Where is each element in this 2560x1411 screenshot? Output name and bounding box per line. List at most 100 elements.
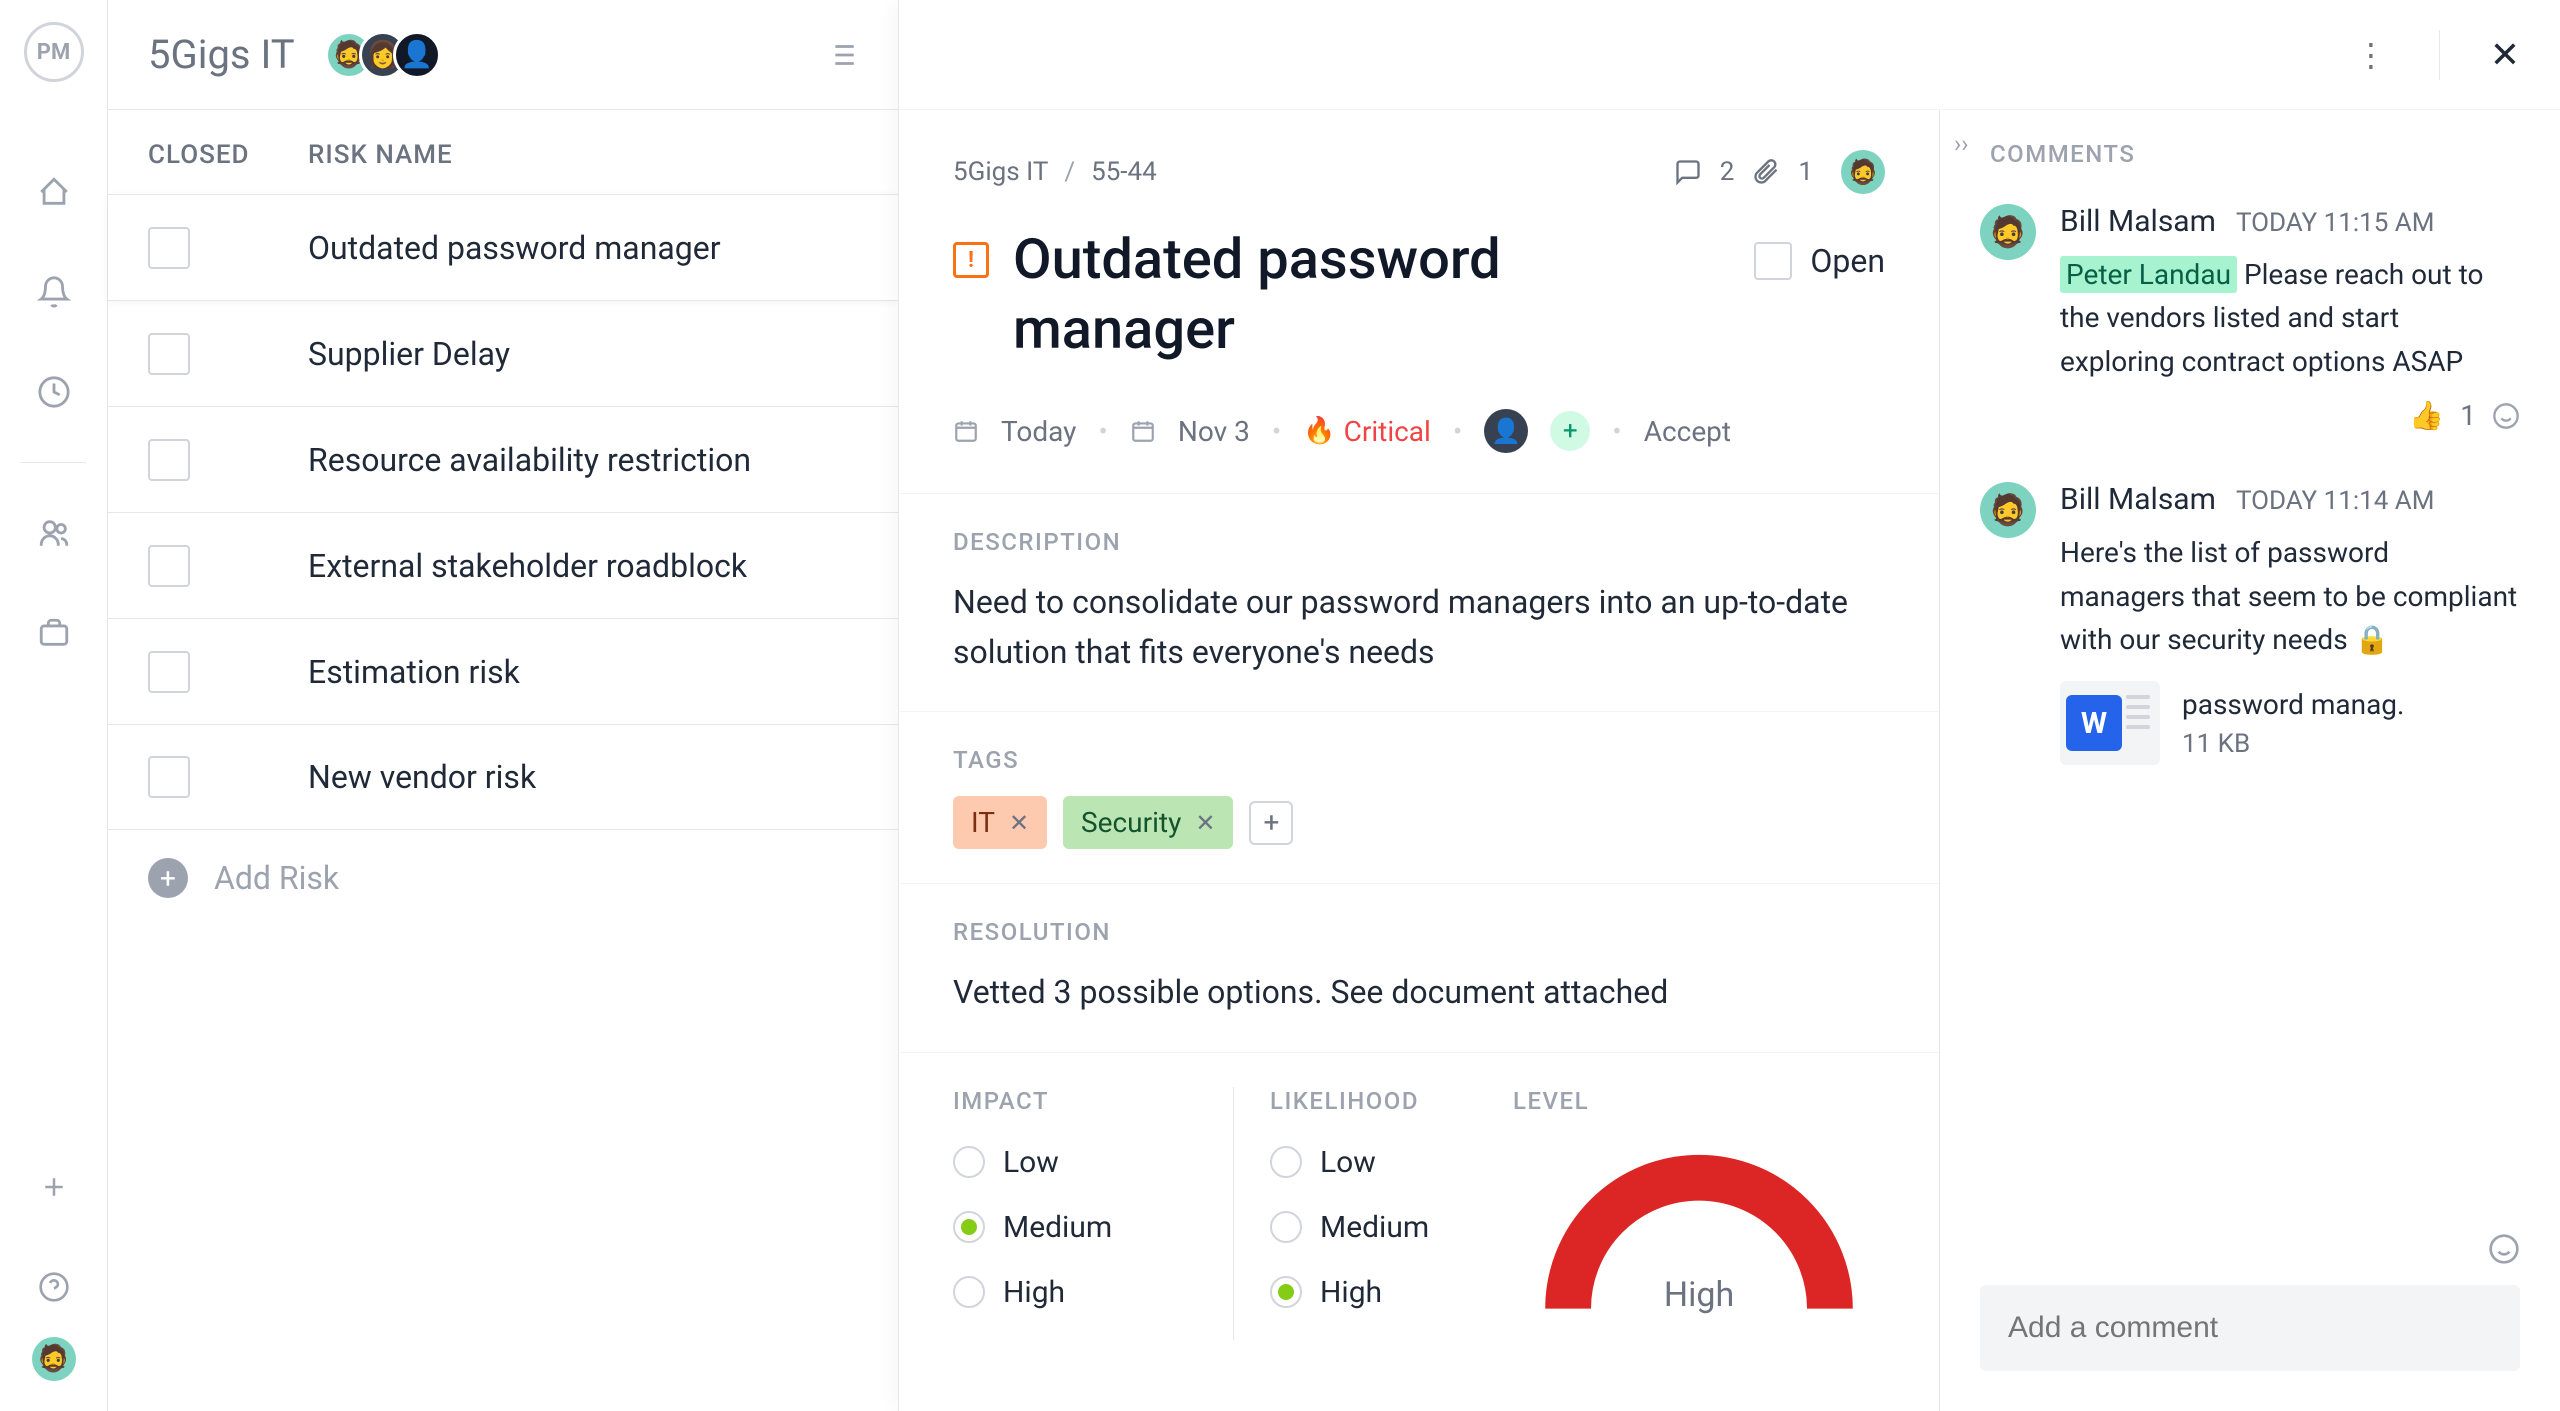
comment-time: TODAY 11:15 AM xyxy=(2236,208,2435,238)
calendar-icon xyxy=(1130,418,1156,444)
priority-badge[interactable]: 🔥Critical xyxy=(1303,415,1431,448)
section-label: LEVEL xyxy=(1513,1087,1589,1115)
risk-closed-checkbox[interactable] xyxy=(148,333,190,375)
section-label: IMPACT xyxy=(953,1087,1233,1115)
response-label[interactable]: Accept xyxy=(1644,415,1731,448)
help-icon[interactable] xyxy=(32,1265,76,1309)
risk-closed-checkbox[interactable] xyxy=(148,756,190,798)
risk-name: External stakeholder roadblock xyxy=(308,547,747,585)
attachment-name: password manag. xyxy=(2182,688,2404,721)
current-user-avatar[interactable]: 🧔 xyxy=(32,1337,76,1381)
status-toggle[interactable]: Open xyxy=(1754,242,1885,280)
breadcrumb: 5Gigs IT / 55-44 2 1 🧔 xyxy=(899,110,1939,204)
notifications-icon[interactable] xyxy=(32,270,76,314)
breadcrumb-id[interactable]: 55-44 xyxy=(1091,157,1157,187)
project-header: 5Gigs IT 🧔 👩 👤 xyxy=(108,0,898,110)
due-date[interactable]: Nov 3 xyxy=(1178,415,1250,448)
radio-option[interactable]: High xyxy=(953,1275,1233,1310)
remove-tag-icon[interactable]: ✕ xyxy=(1009,809,1029,837)
assignee-avatar[interactable]: 👤 xyxy=(1484,409,1528,453)
add-icon[interactable] xyxy=(32,1165,76,1209)
comment-count: 2 xyxy=(1720,157,1735,187)
add-risk-label: Add Risk xyxy=(214,859,339,897)
reaction-emoji[interactable]: 👍 xyxy=(2409,399,2444,432)
close-icon[interactable]: ✕ xyxy=(2490,34,2520,76)
more-options-icon[interactable]: ⋮ xyxy=(2355,36,2389,74)
tags-section: TAGS IT ✕ Security ✕ + xyxy=(899,711,1939,883)
risk-matrix: IMPACT Low Medium High LIKELIHOOD Low Mediu… xyxy=(899,1052,1939,1374)
app-logo[interactable]: PM xyxy=(24,22,84,82)
description-text[interactable]: Need to consolidate our password manager… xyxy=(953,578,1885,677)
plus-icon: + xyxy=(148,858,188,898)
risk-detail-pane: ⋮ ✕ 5Gigs IT / 55-44 2 1 🧔 xyxy=(898,0,2560,1411)
risk-row[interactable]: Estimation risk xyxy=(108,618,898,724)
section-label: LIKELIHOOD xyxy=(1270,1087,1513,1115)
remove-tag-icon[interactable]: ✕ xyxy=(1195,809,1215,837)
detail-toolbar: ⋮ ✕ xyxy=(899,0,2560,110)
risk-row[interactable]: External stakeholder roadblock xyxy=(108,512,898,618)
risk-name: Outdated password manager xyxy=(308,229,721,267)
risk-name: Estimation risk xyxy=(308,653,520,691)
attachment-count-icon[interactable] xyxy=(1752,158,1780,186)
add-risk-button[interactable]: + Add Risk xyxy=(108,830,898,926)
radio-option[interactable]: Medium xyxy=(1270,1210,1513,1245)
risk-list-pane: 5Gigs IT 🧔 👩 👤 CLOSED RISK NAME Outdated… xyxy=(108,0,898,1411)
tag[interactable]: IT ✕ xyxy=(953,796,1047,849)
risk-closed-checkbox[interactable] xyxy=(148,545,190,587)
add-reaction-icon[interactable] xyxy=(2492,402,2520,430)
member-avatar[interactable]: 👤 xyxy=(393,31,441,79)
owner-avatar[interactable]: 🧔 xyxy=(1841,150,1885,194)
briefcase-icon[interactable] xyxy=(32,611,76,655)
risk-closed-checkbox[interactable] xyxy=(148,651,190,693)
attachment[interactable]: Wpassword manag.11 KB xyxy=(2060,681,2520,765)
tag-label: IT xyxy=(971,806,995,839)
add-assignee-button[interactable]: + xyxy=(1550,411,1590,451)
risk-name: Supplier Delay xyxy=(308,335,510,373)
collapse-comments-icon[interactable]: ›› xyxy=(1954,130,1968,158)
comment: 🧔 Bill Malsam TODAY 11:14 AM Here's the lis… xyxy=(1980,482,2520,765)
risk-row[interactable]: Resource availability restriction xyxy=(108,406,898,512)
comment-text: Here's the list of password managers tha… xyxy=(2060,531,2520,661)
list-view-icon[interactable] xyxy=(824,38,858,72)
col-closed[interactable]: CLOSED xyxy=(148,140,308,170)
radio-option[interactable]: Low xyxy=(953,1145,1233,1180)
level-value: High xyxy=(1529,1275,1869,1315)
comment-avatar[interactable]: 🧔 xyxy=(1980,482,2036,538)
risk-closed-checkbox[interactable] xyxy=(148,227,190,269)
comment-author[interactable]: Bill Malsam xyxy=(2060,204,2216,239)
section-label: TAGS xyxy=(953,746,1885,774)
comment-input[interactable] xyxy=(1980,1285,2520,1371)
comment-author[interactable]: Bill Malsam xyxy=(2060,482,2216,517)
risk-row[interactable]: Outdated password manager xyxy=(108,194,898,300)
comments-header: COMMENTS xyxy=(1980,140,2520,168)
radio-option[interactable]: Low xyxy=(1270,1145,1513,1180)
project-members[interactable]: 🧔 👩 👤 xyxy=(325,31,441,79)
level-column: LEVEL High xyxy=(1513,1087,1885,1340)
risk-row[interactable]: New vendor risk xyxy=(108,724,898,830)
team-icon[interactable] xyxy=(32,511,76,555)
comment-time: TODAY 11:14 AM xyxy=(2236,486,2435,516)
home-icon[interactable] xyxy=(32,170,76,214)
radio-option[interactable]: High xyxy=(1270,1275,1513,1310)
comment-count-icon[interactable] xyxy=(1674,158,1702,186)
radio-option[interactable]: Medium xyxy=(953,1210,1233,1245)
risk-closed-checkbox[interactable] xyxy=(148,439,190,481)
add-tag-button[interactable]: + xyxy=(1249,801,1293,845)
resolution-text[interactable]: Vetted 3 possible options. See document … xyxy=(953,968,1885,1018)
recent-icon[interactable] xyxy=(32,370,76,414)
created-date[interactable]: Today xyxy=(1001,415,1076,448)
risk-title[interactable]: Outdated password manager xyxy=(1013,224,1730,364)
column-headers: CLOSED RISK NAME xyxy=(108,110,898,194)
radio-icon xyxy=(1270,1146,1302,1178)
emoji-picker-icon[interactable] xyxy=(2488,1233,2520,1265)
risk-row[interactable]: Supplier Delay xyxy=(108,300,898,406)
detail-main: 5Gigs IT / 55-44 2 1 🧔 ! Outdated passwo… xyxy=(899,110,1939,1411)
breadcrumb-project[interactable]: 5Gigs IT xyxy=(953,157,1048,187)
col-risk-name[interactable]: RISK NAME xyxy=(308,140,453,170)
status-checkbox[interactable] xyxy=(1754,242,1792,280)
comment-avatar[interactable]: 🧔 xyxy=(1980,204,2036,260)
project-name[interactable]: 5Gigs IT xyxy=(148,31,295,78)
tag-label: Security xyxy=(1081,806,1181,839)
tag[interactable]: Security ✕ xyxy=(1063,796,1233,849)
mention[interactable]: Peter Landau xyxy=(2060,256,2237,293)
